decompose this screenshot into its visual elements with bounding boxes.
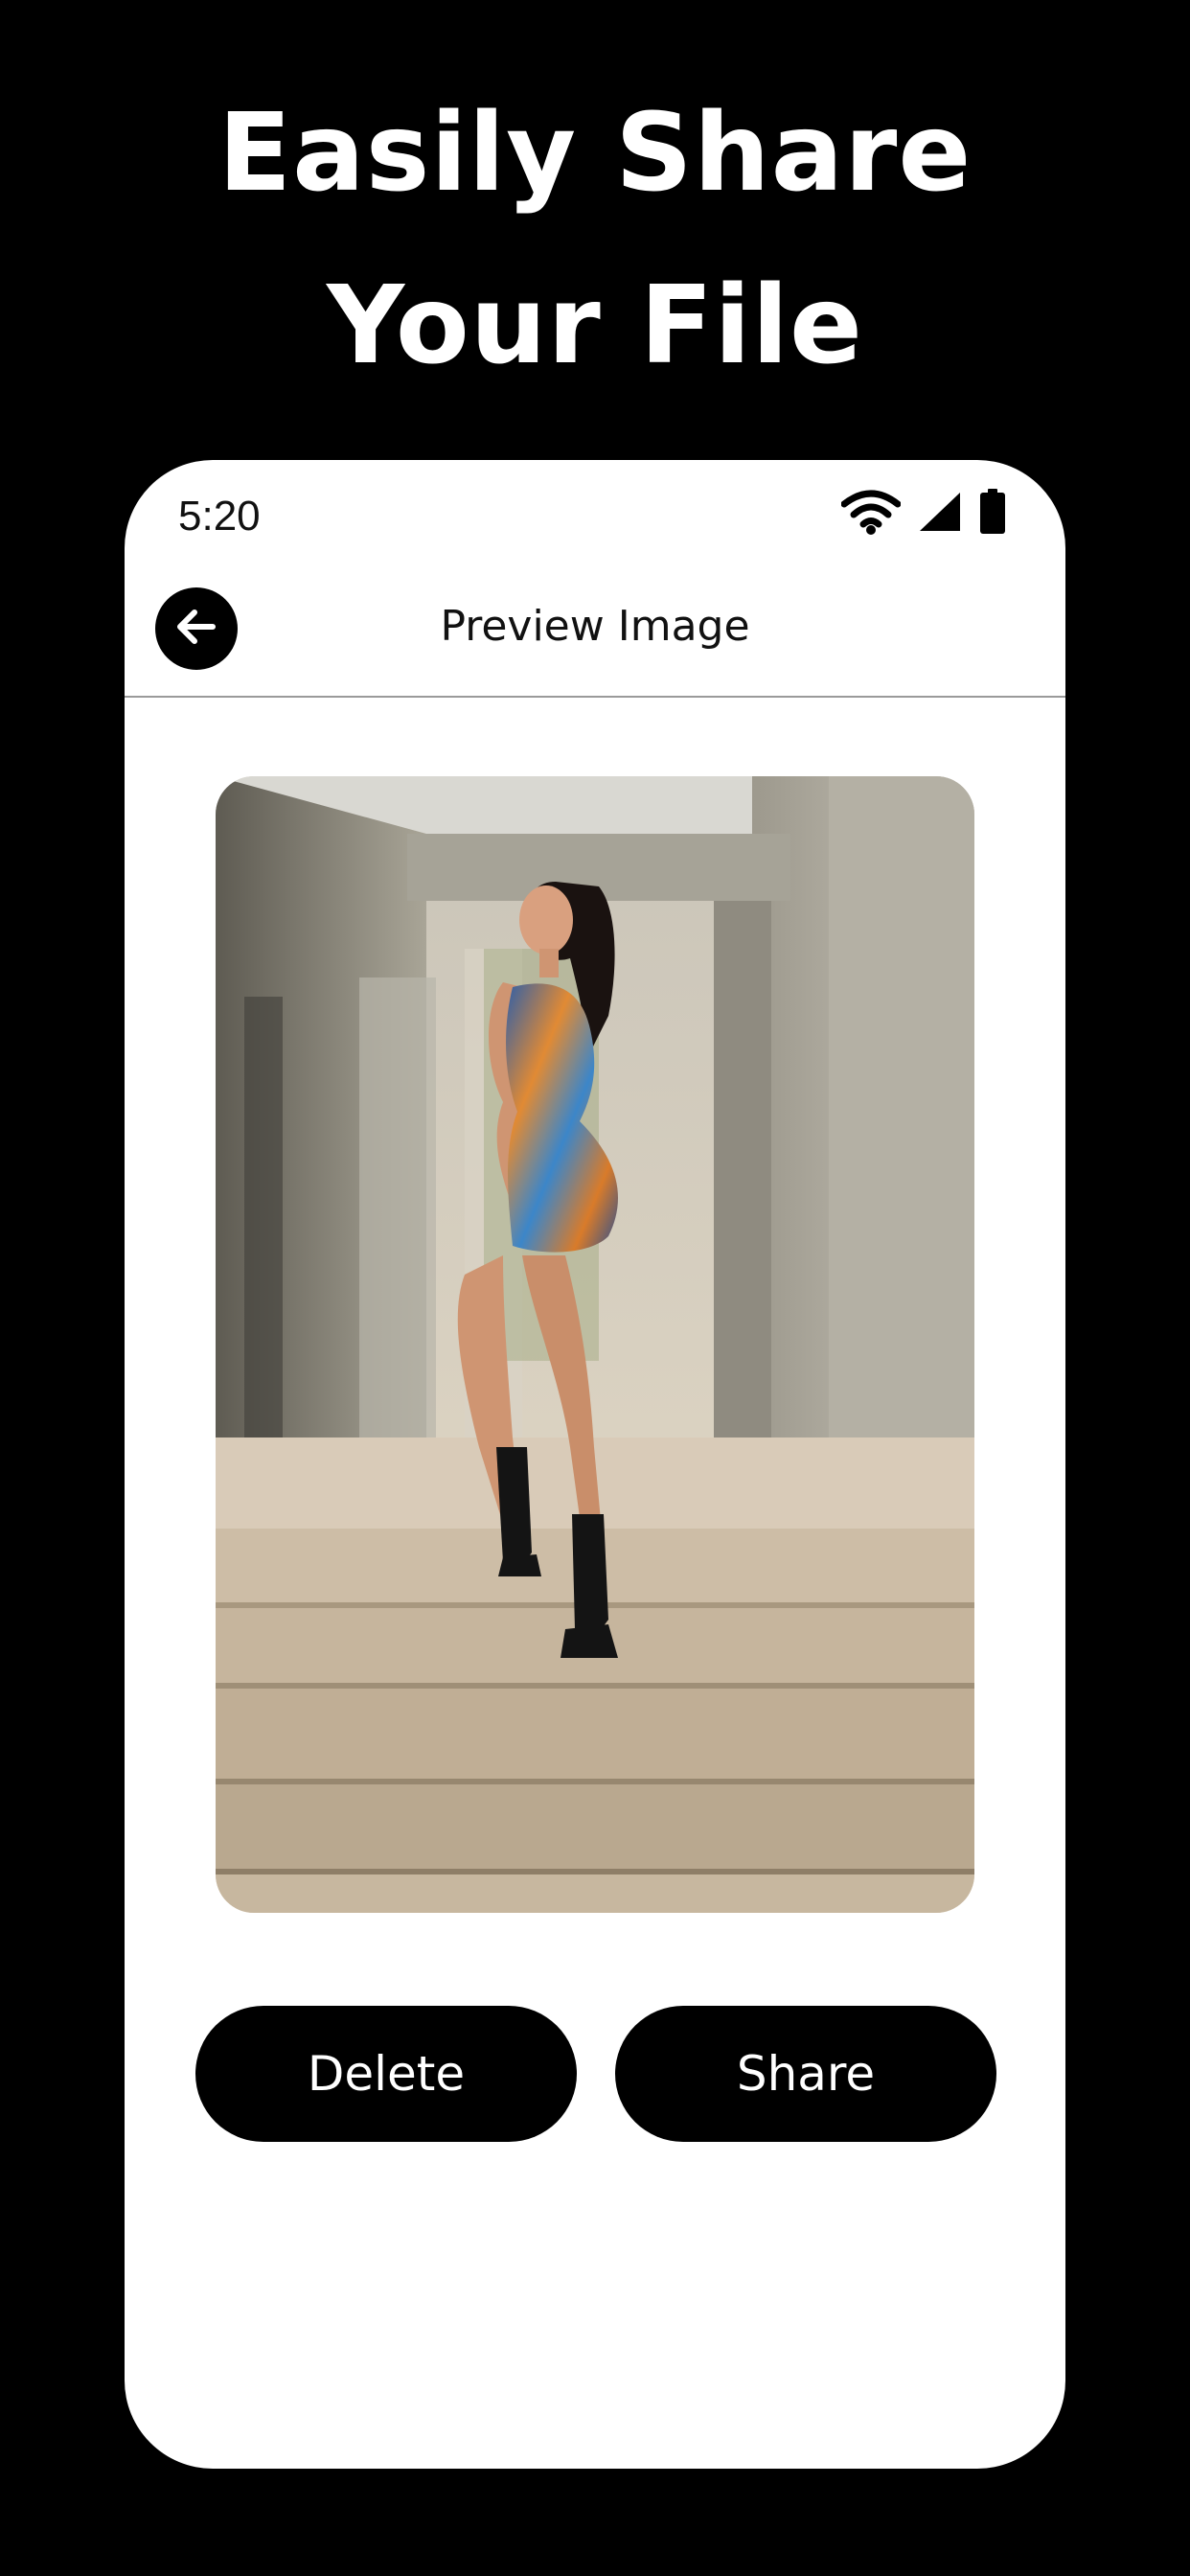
page-title: Preview Image (440, 602, 750, 651)
cellular-signal-icon (918, 491, 962, 538)
app-bar: Preview Image (125, 573, 1065, 698)
promo-line-1: Easily Share (217, 91, 973, 216)
battery-icon (979, 489, 1006, 540)
app-bar-divider (125, 696, 1065, 698)
share-button[interactable]: Share (615, 2006, 996, 2142)
status-icons (840, 489, 1006, 540)
phone-screen: 5:20 Preview Image Delete Share (125, 460, 1065, 2469)
delete-button[interactable]: Delete (195, 2006, 577, 2142)
action-buttons: Delete Share (195, 2006, 996, 2142)
promo-line-2: Your File (327, 264, 863, 388)
status-time: 5:20 (178, 493, 261, 540)
preview-image (216, 776, 974, 1913)
wifi-icon (840, 489, 902, 540)
promo-headline: Easily Share Your File (0, 67, 1190, 412)
